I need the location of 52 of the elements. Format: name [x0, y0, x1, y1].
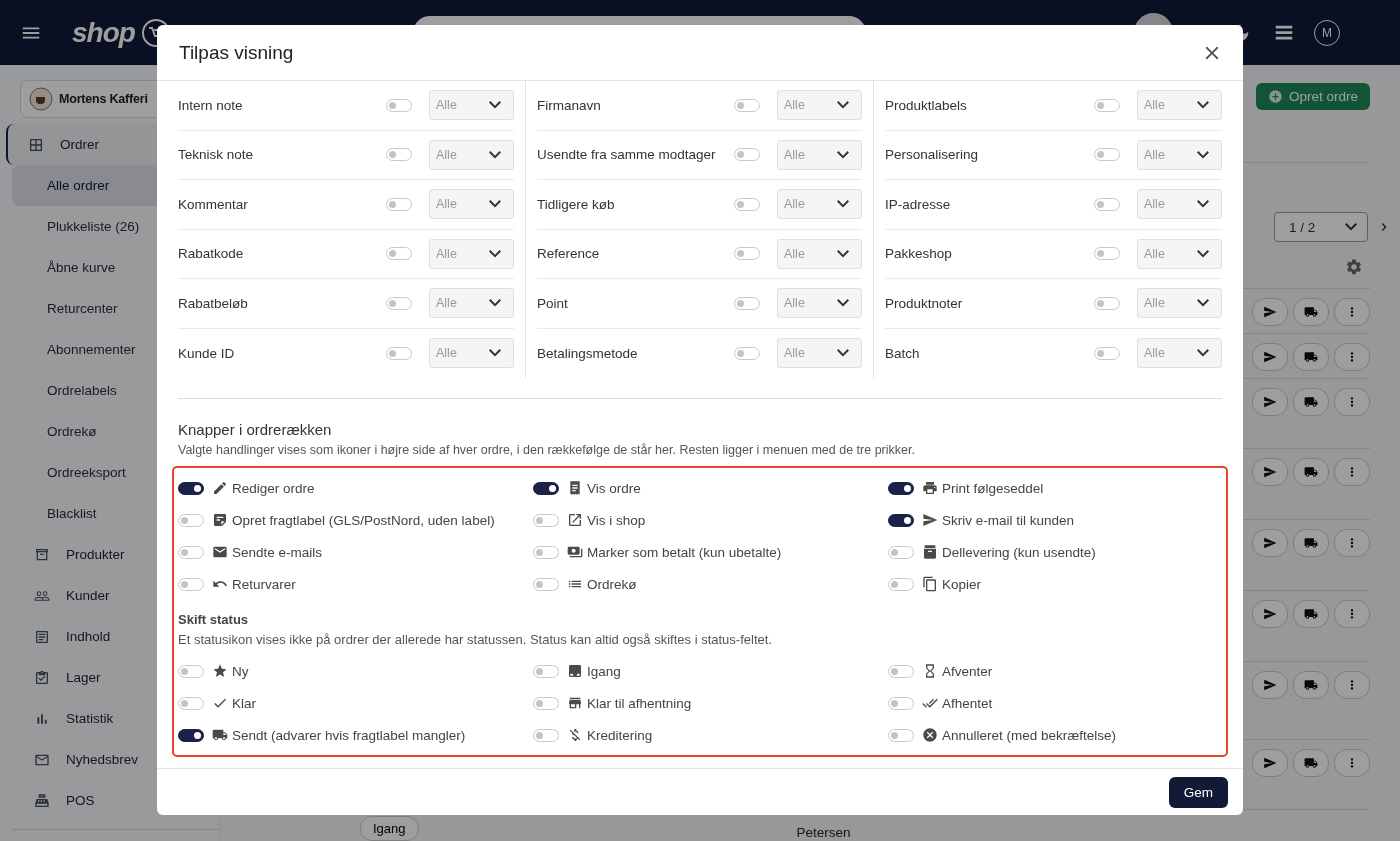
- action-label: Skriv e-mail til kunden: [942, 512, 1075, 528]
- field-label: Betalingsmetode: [537, 345, 639, 361]
- status-label: Klar til afhentning: [587, 695, 692, 711]
- action-label: Marker som betalt (kun ubetalte): [587, 544, 782, 560]
- logo[interactable]: shop: [72, 16, 135, 49]
- action-label: Dellevering (kun usendte): [942, 544, 1096, 560]
- field-label: Usendte fra samme modtager: [537, 147, 717, 163]
- field-label: Firmanavn: [537, 97, 602, 113]
- status-label: Kreditering: [587, 727, 653, 743]
- status-chip: Igang: [360, 816, 419, 841]
- field-label: Kunde ID: [178, 345, 236, 361]
- action-label: Sendte e-mails: [232, 544, 323, 560]
- store-name: Mortens Kafferi: [59, 92, 148, 106]
- action-label: Vis i shop: [587, 512, 646, 528]
- section-description: Valgte handlinger vises som ikoner i højre side af hver ordre, i den rækkefølge de står her. Resten ligger i menuen med de tre prikker.: [178, 443, 916, 457]
- status-label: Klar: [232, 695, 256, 711]
- field-label: Pakkeshop: [885, 246, 953, 262]
- dialog-title: Tilpas visning: [179, 41, 294, 64]
- field-label: Reference: [537, 246, 601, 262]
- sidebar-item[interactable]: POS: [6, 780, 219, 821]
- sidebar-item[interactable]: Nyhedsbrev: [6, 739, 219, 780]
- field-label: Rabatkode: [178, 246, 245, 262]
- action-label: Ordrekø: [587, 576, 637, 592]
- sidebar-item[interactable]: Produkter: [6, 534, 219, 575]
- status-label: Ny: [232, 663, 249, 679]
- status-label: Annulleret (med bekræftelse): [942, 727, 1117, 743]
- sidebar-item[interactable]: Statistik: [6, 698, 219, 739]
- field-label: Point: [537, 295, 569, 311]
- field-label: IP-adresse: [885, 196, 952, 212]
- status-label: Afhentet: [942, 695, 993, 711]
- field-label: Produktnoter: [885, 295, 964, 311]
- action-label: Vis ordre: [587, 480, 641, 496]
- status-label: Sendt (advarer hvis fragtlabel mangler): [232, 727, 466, 743]
- action-label: Print følgeseddel: [942, 480, 1044, 496]
- save-button[interactable]: Gem: [1168, 776, 1228, 808]
- section-title: Knapper i ordrerækken: [178, 421, 333, 438]
- action-label: Opret fragtlabel (GLS/PostNord, uden label): [232, 512, 495, 528]
- field-label: Produktlabels: [885, 97, 968, 113]
- field-label: Rabatbeløb: [178, 295, 249, 311]
- customer-name: Petersen: [796, 825, 851, 840]
- status-label: Igang: [587, 663, 621, 679]
- field-label: Personalisering: [885, 147, 980, 163]
- action-label: Kopier: [942, 576, 982, 592]
- status-label: Afventer: [942, 663, 993, 679]
- field-label: Batch: [885, 345, 921, 361]
- action-label: Rediger ordre: [232, 480, 315, 496]
- page-select[interactable]: 1 / 2: [1274, 212, 1368, 242]
- sidebar-item[interactable]: Lager: [6, 657, 219, 698]
- create-order-button[interactable]: Opret ordre: [1255, 83, 1370, 110]
- field-label: Tidligere køb: [537, 196, 616, 212]
- subsection-description: Et statusikon vises ikke på ordrer der allerede har statussen. Status kan altid også skiftes i status-feltet.: [178, 632, 773, 647]
- action-label: Returvarer: [232, 576, 296, 592]
